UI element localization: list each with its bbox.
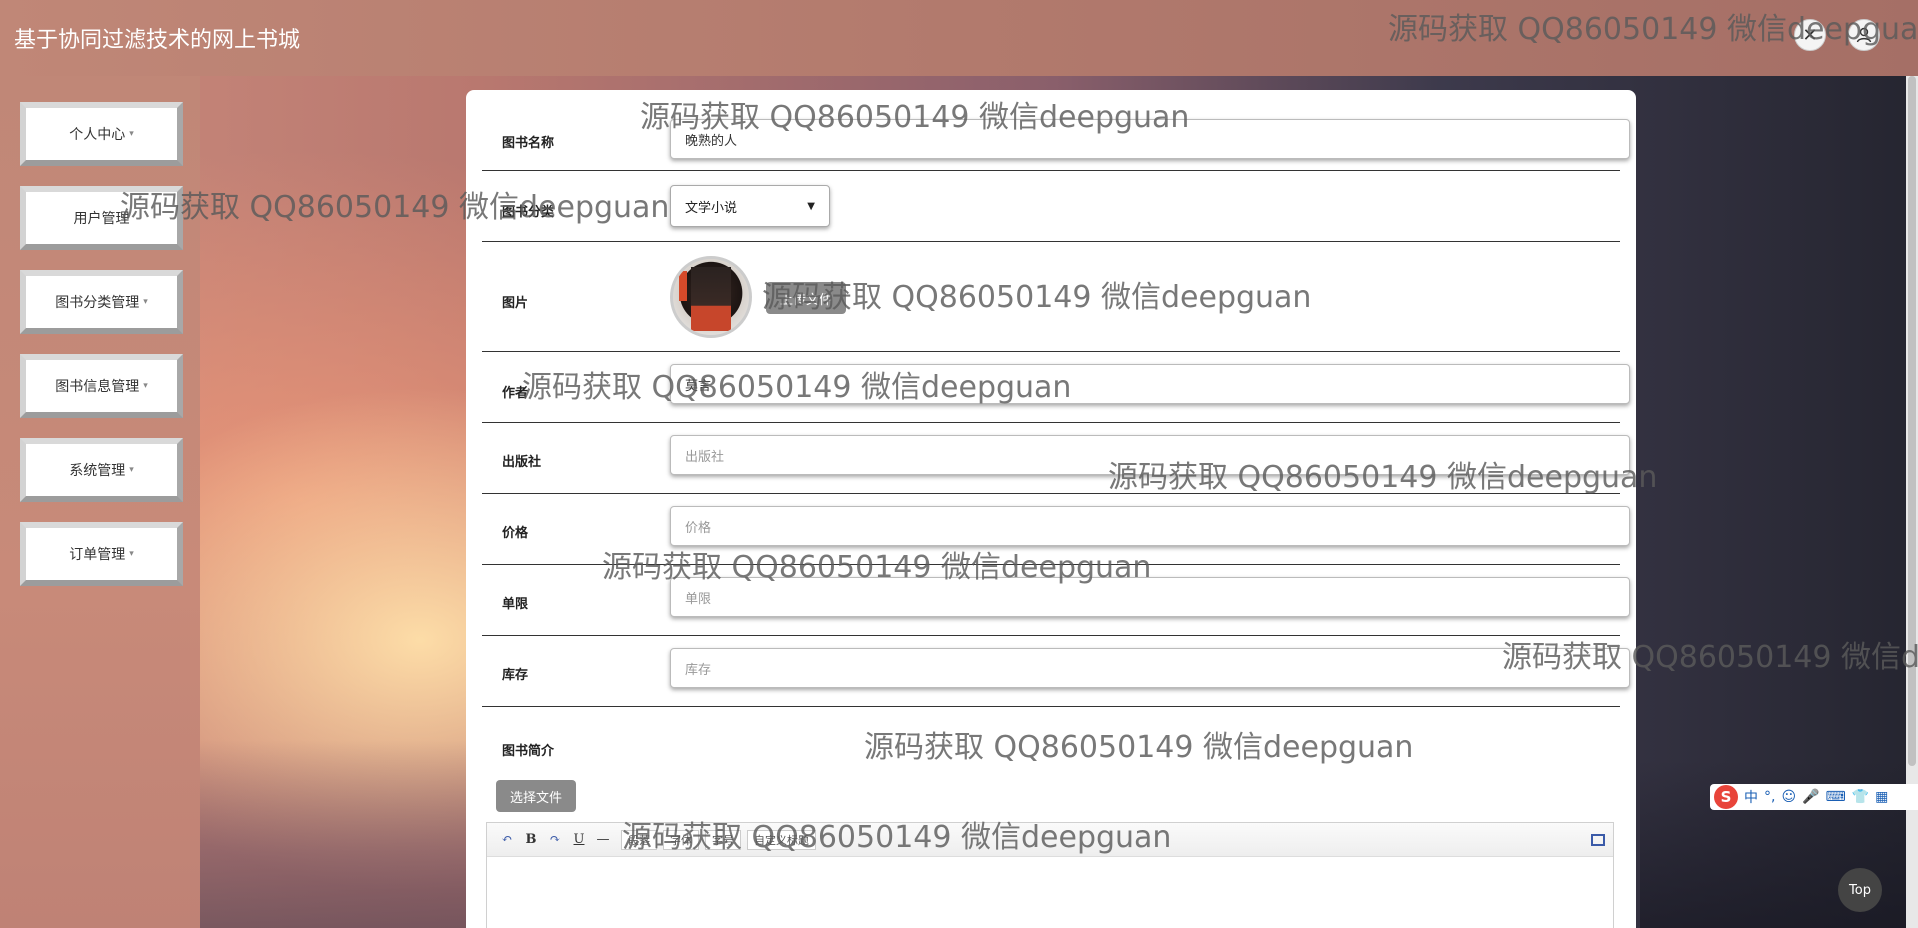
form-row-image: 图片 上传文件 — [482, 242, 1620, 352]
app-title: 基于协同过滤技术的网上书城 — [14, 28, 301, 53]
sidebar-item-label: 用户管理 — [73, 211, 130, 227]
scrollbar-thumb[interactable] — [1908, 76, 1916, 766]
stock-input[interactable]: 库存 — [670, 648, 1630, 688]
sidebar-item-book-management[interactable]: 图书信息管理 ▾ — [20, 354, 183, 418]
user-menu-button[interactable] — [1848, 19, 1880, 51]
underline-button[interactable]: U — [567, 832, 591, 847]
ime-logo-icon: S — [1714, 785, 1738, 809]
form-row-stock: 库存 库存 — [482, 636, 1630, 707]
paragraph-select[interactable]: 段落 — [621, 829, 657, 850]
ime-toolbar[interactable]: S 中 °, ☺ 🎤 ⌨ 👕 ▦ — [1710, 784, 1918, 810]
close-fullscreen-button[interactable]: ✕ — [1794, 19, 1826, 51]
sidebar-item-label: 系统管理 — [69, 463, 126, 479]
publisher-label: 出版社 — [502, 455, 542, 470]
chevron-down-icon: ▾ — [129, 129, 134, 139]
microphone-icon: 🎤 — [1802, 789, 1820, 805]
grid-icon: ▦ — [1875, 789, 1889, 805]
skin-icon: 👕 — [1851, 789, 1870, 805]
sidebar-item-system-management[interactable]: 系统管理 ▾ — [20, 438, 183, 502]
sidebar-item-personal-center[interactable]: 个人中心 ▾ — [20, 102, 183, 166]
author-label: 作者 — [502, 386, 529, 401]
form-row-price: 价格 价格 — [482, 494, 1630, 565]
fullscreen-icon[interactable] — [1591, 833, 1605, 846]
book-cover-accent — [679, 271, 687, 301]
keyboard-icon: ⌨ — [1825, 789, 1846, 805]
limit-input[interactable]: 单限 — [670, 577, 1630, 617]
stock-label: 库存 — [502, 668, 529, 683]
editor-toolbar: ↶ B ↷ U — 段落 字体 字号 自定义标题 — [487, 823, 1613, 857]
form-row-limit: 单限 单限 — [482, 565, 1630, 636]
upload-file-button[interactable]: 上传文件 — [766, 282, 846, 314]
intro-label: 图书简介 — [502, 744, 555, 759]
user-icon — [1856, 27, 1872, 43]
chevron-down-icon: ▼ — [807, 200, 815, 212]
sidebar-item-user-management[interactable]: 用户管理 — [20, 186, 183, 250]
book-name-label: 图书名称 — [502, 136, 555, 151]
book-name-input[interactable]: 晚熟的人 — [670, 119, 1630, 159]
sidebar-item-label: 个人中心 — [69, 127, 126, 143]
chevron-down-icon: ▾ — [129, 465, 134, 475]
image-label: 图片 — [502, 296, 529, 311]
horizontal-rule-button[interactable]: — — [591, 832, 615, 847]
chevron-down-icon: ▾ — [143, 297, 148, 307]
price-label: 价格 — [502, 526, 529, 541]
form-row-book-name: 图书名称 晚熟的人 — [482, 90, 1630, 171]
book-cover-image — [691, 267, 731, 331]
book-edit-form: 图书名称 晚熟的人 图书分类 文学小说 ▼ 图片 上传文件 作者 莫言 出版社 … — [466, 90, 1636, 928]
top-header: 基于协同过滤技术的网上书城 ✕ — [0, 0, 1918, 76]
bold-button[interactable]: B — [519, 832, 543, 847]
back-to-top-button[interactable]: Top — [1838, 868, 1882, 912]
price-input[interactable]: 价格 — [670, 506, 1630, 546]
category-selected-value: 文学小说 — [685, 200, 738, 216]
close-icon: ✕ — [1802, 24, 1818, 46]
choose-file-button[interactable]: 选择文件 — [496, 780, 576, 812]
sidebar-item-label: 图书信息管理 — [55, 379, 140, 395]
sidebar-item-label: 订单管理 — [69, 547, 126, 563]
redo-icon[interactable]: ↷ — [543, 832, 567, 847]
font-size-select[interactable]: 字号 — [705, 829, 741, 850]
book-cover-thumbnail — [670, 256, 752, 338]
undo-icon[interactable]: ↶ — [495, 832, 519, 847]
limit-label: 单限 — [502, 597, 529, 612]
ime-mode-label: 中 — [1744, 790, 1758, 806]
sidebar-item-order-management[interactable]: 订单管理 ▾ — [20, 522, 183, 586]
emoji-icon: ☺ — [1781, 789, 1797, 805]
rich-text-editor[interactable]: ↶ B ↷ U — 段落 字体 字号 自定义标题 — [486, 822, 1614, 928]
form-row-publisher: 出版社 出版社 — [482, 423, 1630, 494]
form-row-category: 图书分类 文学小说 ▼ — [482, 171, 1620, 242]
custom-heading-select[interactable]: 自定义标题 — [747, 829, 816, 850]
category-label: 图书分类 — [502, 205, 555, 220]
sidebar-item-category-management[interactable]: 图书分类管理 ▾ — [20, 270, 183, 334]
publisher-input[interactable]: 出版社 — [670, 435, 1630, 475]
category-select[interactable]: 文学小说 ▼ — [670, 185, 830, 227]
form-row-author: 作者 莫言 — [482, 352, 1630, 423]
sidebar-item-label: 图书分类管理 — [55, 295, 140, 311]
author-input[interactable]: 莫言 — [670, 364, 1630, 404]
chevron-down-icon: ▾ — [143, 381, 148, 391]
chevron-down-icon: ▾ — [129, 549, 134, 559]
font-family-select[interactable]: 字体 — [663, 829, 699, 850]
sidebar: 个人中心 ▾ 用户管理 图书分类管理 ▾ 图书信息管理 ▾ 系统管理 ▾ 订单管理 ▾ — [0, 76, 200, 928]
punctuation-icon: °, — [1764, 789, 1776, 805]
